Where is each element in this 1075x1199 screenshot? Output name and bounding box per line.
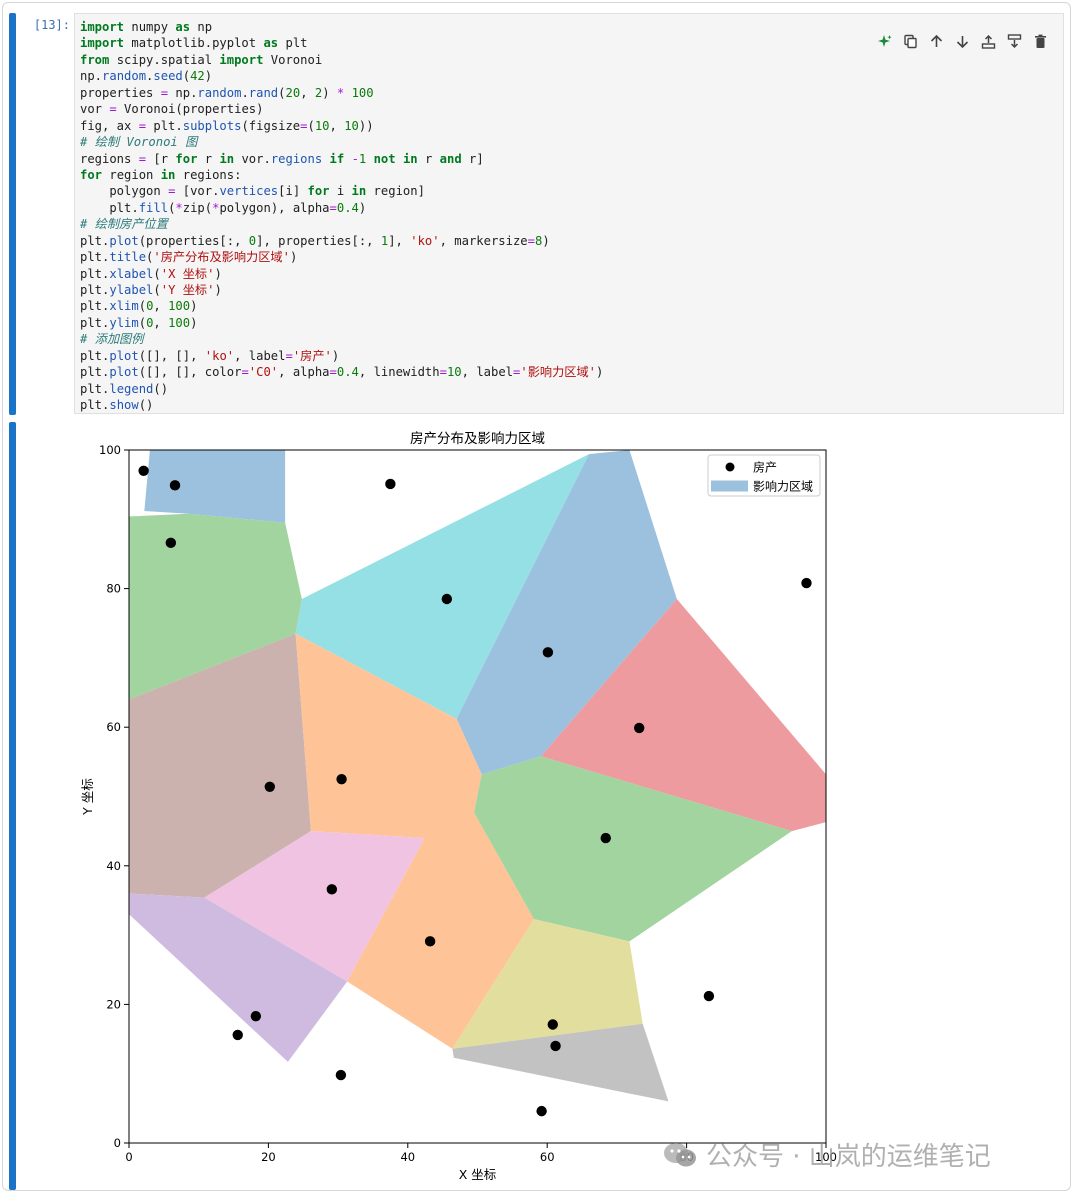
x-tick-label: 0 [125,1150,132,1164]
x-tick-label: 60 [540,1150,555,1164]
plot-output: 020406080100020406080100房产分布及影响力区域X 坐标Y … [0,0,1075,1195]
x-tick-label: 40 [400,1150,415,1164]
property-point-5 [542,647,554,658]
property-point-11 [326,884,338,895]
property-point-14 [232,1029,243,1041]
voronoi-chart: 020406080100020406080100房产分布及影响力区域X 坐标Y … [80,431,837,1182]
property-point-1 [169,480,181,491]
y-tick-label: 100 [99,443,121,457]
wechat-icon [664,1142,696,1166]
y-tick-label: 80 [106,582,121,596]
property-point-19 [536,1105,547,1117]
property-point-6 [801,577,812,589]
property-point-13 [250,1010,262,1022]
legend-swatch [711,480,748,492]
legend-label: 影响力区域 [753,479,813,494]
voronoi-region-0 [144,450,286,523]
y-axis-label: Y 坐标 [80,778,95,816]
x-tick-label: 20 [261,1150,276,1164]
property-point-7 [634,722,645,734]
legend-marker [725,462,735,472]
property-point-3 [385,478,396,490]
y-tick-label: 40 [106,859,121,873]
property-point-15 [547,1019,558,1030]
property-point-12 [424,936,436,947]
property-point-8 [336,773,347,785]
y-tick-label: 0 [114,1136,121,1150]
property-point-4 [441,593,453,605]
watermark: 公众号 · 山岚的运维笔记 [662,1136,991,1173]
property-point-16 [550,1040,561,1052]
watermark-text: 公众号 · 山岚的运维笔记 [706,1142,991,1172]
property-point-0 [138,465,149,476]
property-point-18 [335,1069,347,1081]
y-tick-label: 60 [106,720,121,734]
chart-title: 房产分布及影响力区域 [410,431,545,447]
property-point-2 [165,537,177,549]
property-point-10 [600,832,611,844]
legend-label: 房产 [753,460,777,475]
x-axis-label: X 坐标 [459,1167,497,1182]
property-point-9 [264,781,275,792]
property-point-17 [703,990,715,1002]
y-tick-label: 20 [106,997,121,1011]
